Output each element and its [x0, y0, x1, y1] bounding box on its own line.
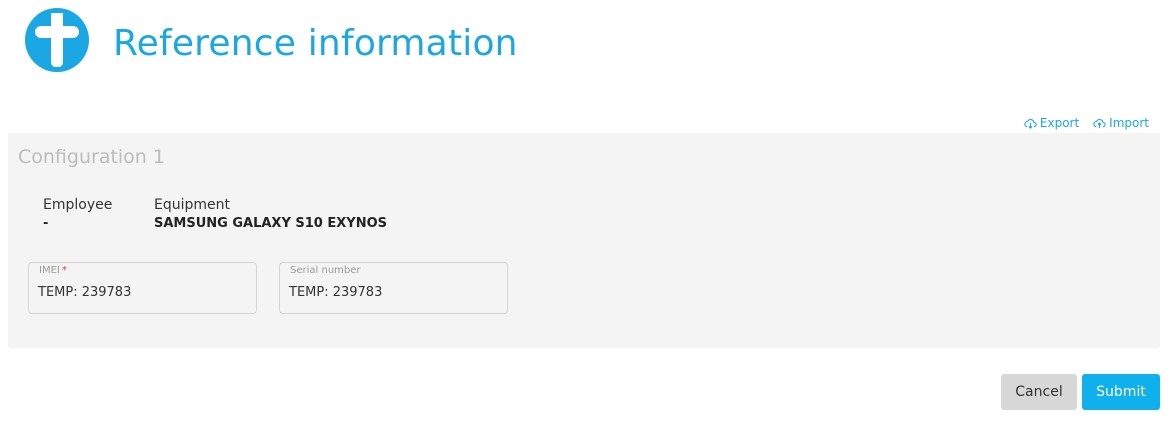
imei-label: IMEI * [39, 265, 67, 277]
equipment-info: Equipment SAMSUNG GALAXY S10 EXYNOS [154, 196, 387, 233]
configuration-panel: Configuration 1 Employee - Equipment SAM… [8, 133, 1160, 348]
imei-label-text: IMEI [39, 265, 60, 276]
submit-button[interactable]: Submit [1082, 374, 1160, 410]
serial-number-input[interactable] [289, 283, 494, 303]
required-marker: * [61, 265, 67, 276]
imei-field[interactable]: IMEI * [28, 262, 257, 314]
serial-number-label: Serial number [290, 265, 361, 276]
imei-input[interactable] [38, 283, 243, 303]
export-link[interactable]: Export [1024, 115, 1079, 131]
import-label: Import [1109, 116, 1149, 130]
equipment-label: Equipment [154, 197, 230, 213]
page-title: Reference information [113, 23, 518, 64]
serial-number-field[interactable]: Serial number [279, 262, 508, 314]
cloud-upload-icon [1093, 118, 1106, 128]
configuration-title: Configuration 1 [18, 146, 165, 168]
cross-logo-icon [25, 8, 89, 72]
import-link[interactable]: Import [1093, 115, 1149, 131]
page: Reference information Export Import Conf… [0, 0, 1173, 422]
export-label: Export [1039, 116, 1080, 130]
cloud-download-icon [1024, 118, 1037, 129]
employee-label: Employee [43, 197, 113, 213]
equipment-value: SAMSUNG GALAXY S10 EXYNOS [154, 216, 387, 231]
employee-value: - [43, 216, 49, 231]
toolbar-actions: Export Import [1024, 115, 1149, 131]
employee-info: Employee - [43, 196, 112, 233]
cancel-button[interactable]: Cancel [1001, 374, 1077, 410]
